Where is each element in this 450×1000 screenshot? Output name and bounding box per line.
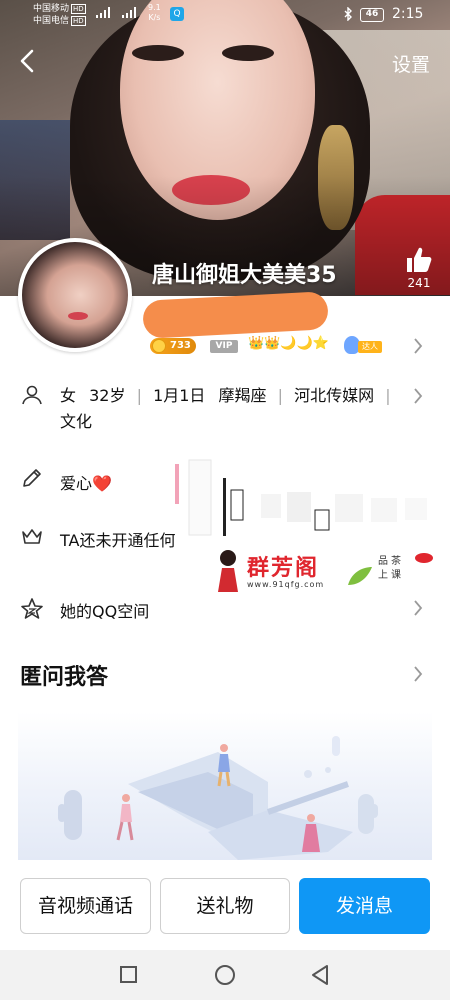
chevron-right-icon[interactable]	[412, 664, 424, 684]
settings-button[interactable]: 设置	[392, 50, 430, 77]
basic-info[interactable]: 女 32岁 | 1月1日 摩羯座 | 河北传媒网 | 文化	[60, 383, 400, 435]
carrier-1: 中国移动	[33, 4, 70, 14]
signal-icon	[122, 7, 136, 18]
send-message-button[interactable]: 发消息	[299, 878, 430, 934]
lips-icon	[415, 553, 433, 563]
coin-icon	[152, 339, 166, 353]
hd-badge: HD	[71, 4, 86, 14]
hd-badge: HD	[71, 16, 86, 26]
system-nav-bar	[0, 950, 450, 1000]
badge-row[interactable]: 733 VIP 👑👑🌙🌙⭐ 达人	[148, 336, 408, 356]
birthday: 1月1日	[153, 386, 206, 405]
net-speed: 9.1 K/s	[148, 3, 161, 22]
company: 河北传媒网	[294, 386, 375, 405]
qzone-star-icon	[21, 598, 43, 619]
crown-icon	[22, 529, 42, 544]
watermark-title: 群芳阁	[247, 556, 320, 581]
talent-label: 达人	[358, 341, 382, 353]
watermark-url: www.91qfg.com	[247, 580, 325, 589]
age: 32岁	[89, 386, 126, 405]
pencil-icon	[23, 469, 41, 487]
qzone-link[interactable]: 她的QQ空间	[60, 598, 149, 622]
home-icon[interactable]	[215, 965, 235, 985]
qa-illustration[interactable]	[18, 712, 432, 860]
watermark-girl-icon	[218, 550, 238, 592]
signal-icon	[96, 7, 110, 18]
zodiac: 摩羯座	[218, 386, 267, 405]
sunglasses-illustration	[58, 736, 378, 860]
thumbs-up-icon	[407, 247, 432, 272]
redaction-mark	[142, 291, 329, 339]
talent-badge: 达人	[344, 336, 386, 356]
chevron-right-icon[interactable]	[412, 598, 424, 618]
signature-text[interactable]: 爱心❤️	[60, 470, 112, 494]
bluetooth-icon	[344, 7, 352, 21]
battery-indicator: 46	[360, 8, 384, 22]
carrier-info: 中国移动 HD 中国电信 HD	[33, 3, 86, 27]
avatar-lips	[68, 312, 88, 320]
coin-count: 733	[170, 340, 191, 351]
gender: 女	[60, 386, 77, 405]
status-bar: 中国移动 HD 中国电信 HD 9.1 K/s Q 46 2:15	[0, 0, 450, 32]
nickname: 唐山御姐大美美35	[152, 263, 337, 288]
occupation: 文化	[60, 412, 93, 431]
section-title[interactable]: 匿问我答	[20, 659, 108, 691]
app-notification-icon: Q	[170, 7, 184, 21]
back-arrow-icon[interactable]	[14, 46, 42, 76]
like-count: 241	[407, 276, 431, 290]
separator: |	[277, 386, 284, 405]
watermark-tagline: 品茶 上课	[378, 556, 404, 581]
watermark-pattern	[175, 458, 447, 548]
back-triangle-icon[interactable]	[310, 964, 330, 986]
send-gift-button[interactable]: 送礼物	[160, 878, 290, 934]
carrier-2: 中国电信	[33, 16, 70, 26]
vip-badge: VIP	[210, 340, 238, 353]
separator: |	[136, 386, 142, 405]
coin-badge: 733	[150, 338, 196, 354]
status-time: 2:15	[392, 6, 424, 22]
chevron-right-icon[interactable]	[412, 336, 424, 356]
cover-eye-left	[132, 45, 184, 61]
privilege-text[interactable]: TA还未开通任何	[60, 527, 175, 551]
level-icons: 👑👑🌙🌙⭐	[248, 336, 329, 351]
avatar[interactable]	[18, 238, 132, 352]
separator: |	[385, 386, 391, 405]
recent-apps-icon[interactable]	[120, 966, 137, 983]
like-button[interactable]: 241	[400, 246, 438, 290]
chevron-right-icon[interactable]	[412, 386, 424, 406]
tea-leaf-icon	[348, 567, 372, 585]
video-call-button[interactable]: 音视频通话	[20, 878, 151, 934]
person-icon	[22, 385, 42, 405]
cover-eye-right	[222, 45, 274, 61]
